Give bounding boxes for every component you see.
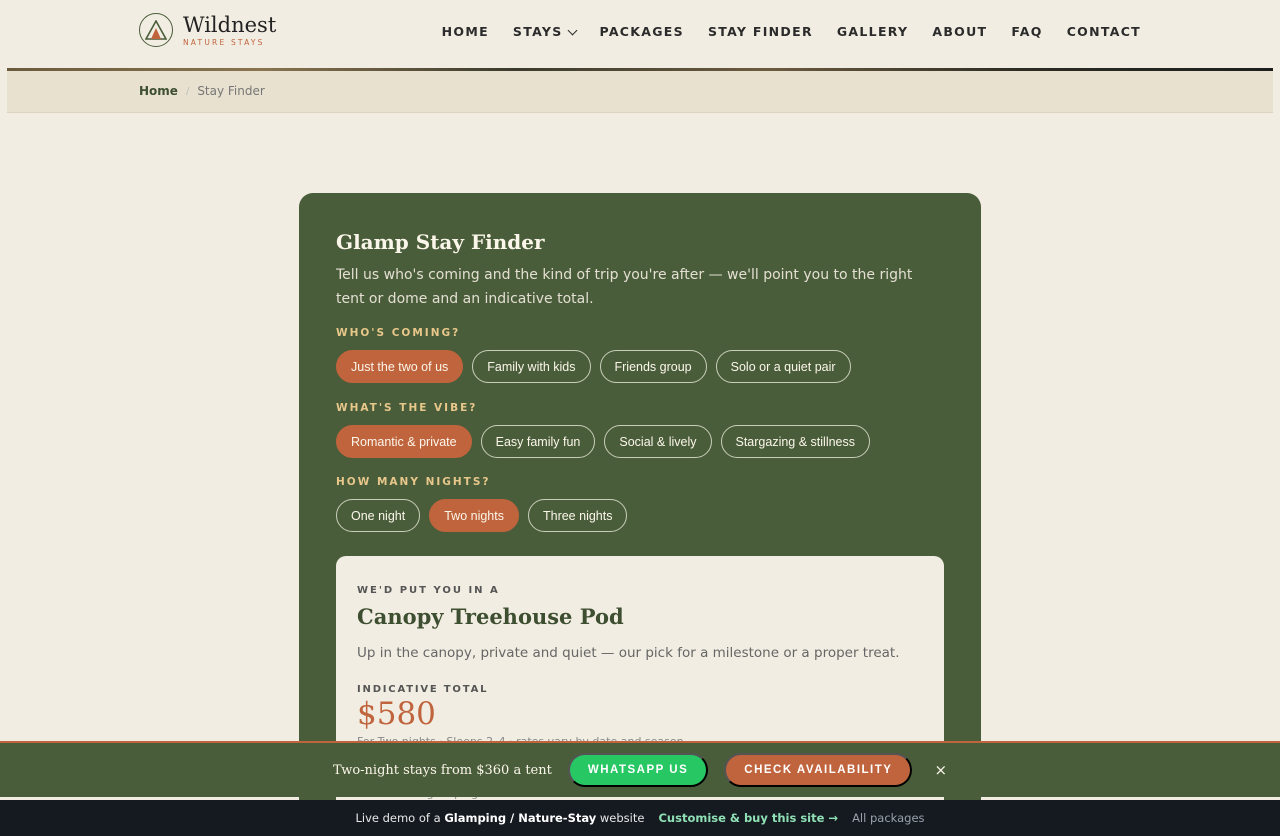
chip-friends-group[interactable]: Friends group (599, 350, 707, 383)
chip-easy-family-fun[interactable]: Easy family fun (480, 425, 596, 458)
chip-group-nights: One night Two nights Three nights (336, 499, 628, 532)
chip-solo-or-quiet-pair[interactable]: Solo or a quiet pair (715, 350, 851, 383)
chip-stargazing-stillness[interactable]: Stargazing & stillness (720, 425, 871, 458)
nav-stay-finder[interactable]: STAY FINDER (708, 24, 813, 39)
sticky-cta-bar: Two-night stays from $360 a tent WHATSAP… (0, 741, 1280, 797)
chip-just-the-two-of-us[interactable]: Just the two of us (336, 350, 464, 383)
chip-group-who: Just the two of us Family with kids Frie… (336, 350, 851, 383)
chip-social-lively[interactable]: Social & lively (604, 425, 712, 458)
nav-gallery[interactable]: GALLERY (837, 24, 909, 39)
demo-text: Live demo of a Glamping / Nature-Stay we… (355, 811, 645, 825)
stay-finder-card: Glamp Stay Finder Tell us who's coming a… (299, 193, 981, 836)
customise-buy-link[interactable]: Customise & buy this site → (658, 811, 838, 825)
brand-name: Wildnest (183, 12, 277, 37)
demo-site-type: Glamping / Nature-Stay (444, 811, 597, 825)
finder-title: Glamp Stay Finder (336, 230, 545, 254)
finder-description: Tell us who's coming and the kind of tri… (336, 267, 913, 307)
nav-faq[interactable]: FAQ (1011, 24, 1042, 39)
whatsapp-button[interactable]: WHATSAPP US (567, 753, 709, 787)
breadcrumb-home-link[interactable]: Home (139, 84, 178, 98)
chip-three-nights[interactable]: Three nights (527, 499, 628, 532)
question-label-nights: HOW MANY NIGHTS? (336, 476, 491, 488)
chevron-down-icon (567, 25, 577, 35)
chip-one-night[interactable]: One night (336, 499, 421, 532)
brand-logo[interactable]: Wildnest NATURE STAYS (139, 13, 276, 47)
result-kicker: WE'D PUT YOU IN A (357, 585, 500, 596)
nav-about[interactable]: ABOUT (932, 24, 987, 39)
demo-footer-bar: Live demo of a Glamping / Nature-Stay we… (0, 800, 1280, 836)
all-packages-link[interactable]: All packages (852, 811, 924, 825)
tent-logo-icon (139, 13, 173, 47)
breadcrumb-separator: / (185, 85, 190, 97)
question-label-who: WHO'S COMING? (336, 327, 461, 339)
nav-packages[interactable]: PACKAGES (600, 24, 684, 39)
nav-contact[interactable]: CONTACT (1067, 24, 1141, 39)
brand-tagline: NATURE STAYS (183, 37, 265, 47)
close-icon[interactable]: × (934, 761, 947, 779)
result-total-label: INDICATIVE TOTAL (357, 684, 489, 695)
breadcrumb: Home / Stay Finder (139, 84, 265, 98)
breadcrumb-bar: Home / Stay Finder (7, 71, 1273, 113)
nav-home[interactable]: HOME (442, 24, 489, 39)
chip-family-with-kids[interactable]: Family with kids (472, 350, 591, 383)
check-availability-button[interactable]: CHECK AVAILABILITY (724, 753, 913, 787)
chip-romantic-private[interactable]: Romantic & private (336, 425, 472, 458)
result-price: $580 (357, 696, 436, 732)
question-label-vibe: WHAT'S THE VIBE? (336, 402, 478, 414)
result-description: Up in the canopy, private and quiet — ou… (357, 645, 900, 661)
result-title: Canopy Treehouse Pod (357, 604, 624, 629)
nav-stays[interactable]: STAYS (513, 24, 577, 39)
chip-two-nights[interactable]: Two nights (429, 499, 519, 532)
chip-group-vibe: Romantic & private Easy family fun Socia… (336, 425, 871, 458)
site-header: Wildnest NATURE STAYS HOME STAYS PACKAGE… (0, 0, 1280, 68)
main-nav: HOME STAYS PACKAGES STAY FINDER GALLERY … (418, 24, 1141, 39)
cta-text: Two-night stays from $360 a tent (332, 762, 552, 778)
breadcrumb-current: Stay Finder (197, 84, 265, 98)
